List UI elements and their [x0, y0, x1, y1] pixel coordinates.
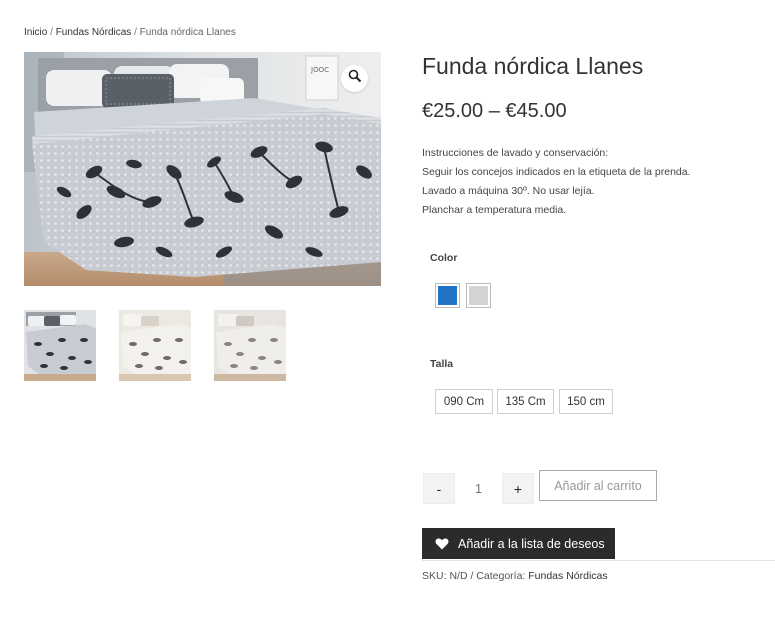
sku-value: N/D [449, 570, 468, 582]
divider [422, 560, 775, 561]
sku-label: SKU: [422, 570, 447, 582]
add-to-wishlist-button[interactable]: Añadir a la lista de deseos [422, 528, 615, 559]
category-link[interactable]: Fundas Nórdicas [528, 570, 607, 582]
breadcrumb: Inicio / Fundas Nórdicas / Funda nórdica… [24, 27, 236, 38]
quantity-increase-button[interactable]: + [502, 473, 534, 504]
size-option-135[interactable]: 135 Cm [497, 389, 554, 414]
magnifier-icon [348, 69, 362, 88]
wishlist-label: Añadir a la lista de deseos [458, 536, 605, 551]
add-to-cart-button[interactable]: Añadir al carrito [539, 470, 657, 501]
breadcrumb-home-link[interactable]: Inicio [24, 27, 47, 38]
color-label: Color [430, 252, 458, 264]
swatch-fill [438, 286, 457, 305]
zoom-button[interactable] [341, 65, 368, 92]
size-label: Talla [430, 358, 454, 370]
breadcrumb-separator: / [50, 27, 53, 38]
size-option-090[interactable]: 090 Cm [435, 389, 493, 414]
product-title: Funda nórdica Llanes [422, 53, 644, 79]
main-product-image[interactable]: JOOC [24, 52, 381, 286]
description-line: Planchar a temperatura media. [422, 204, 567, 216]
swatch-fill [469, 286, 488, 305]
breadcrumb-current: Funda nórdica Llanes [139, 27, 236, 38]
thumbnail-light-leaves[interactable] [214, 310, 286, 381]
description-line: Lavado a máquina 30º. No usar lejía. [422, 185, 595, 197]
thumbnail-beige-leaves[interactable] [119, 310, 191, 381]
breadcrumb-separator: / [134, 27, 137, 38]
heart-icon [435, 537, 449, 550]
breadcrumb-category-link[interactable]: Fundas Nórdicas [56, 27, 132, 38]
quantity-input[interactable]: 1 [455, 473, 502, 504]
meta-separator: / [470, 570, 474, 582]
product-meta: SKU: N/D / Categoría: Fundas Nórdicas [422, 570, 608, 582]
product-price: €25.00 – €45.00 [422, 100, 567, 122]
thumbnail-grey-leaves[interactable] [24, 310, 96, 381]
product-description: Instrucciones de lavado y conservación: … [422, 144, 691, 220]
description-line: Instrucciones de lavado y conservación: [422, 147, 609, 159]
quantity-decrease-button[interactable]: - [423, 473, 455, 504]
size-option-150[interactable]: 150 cm [559, 389, 613, 414]
color-swatch-blue[interactable] [435, 283, 460, 308]
description-line: Seguir los concejos indicados en la etiq… [422, 166, 691, 178]
category-label: Categoría: [476, 570, 526, 582]
svg-text:JOOC: JOOC [310, 66, 329, 74]
color-swatch-grey[interactable] [466, 283, 491, 308]
